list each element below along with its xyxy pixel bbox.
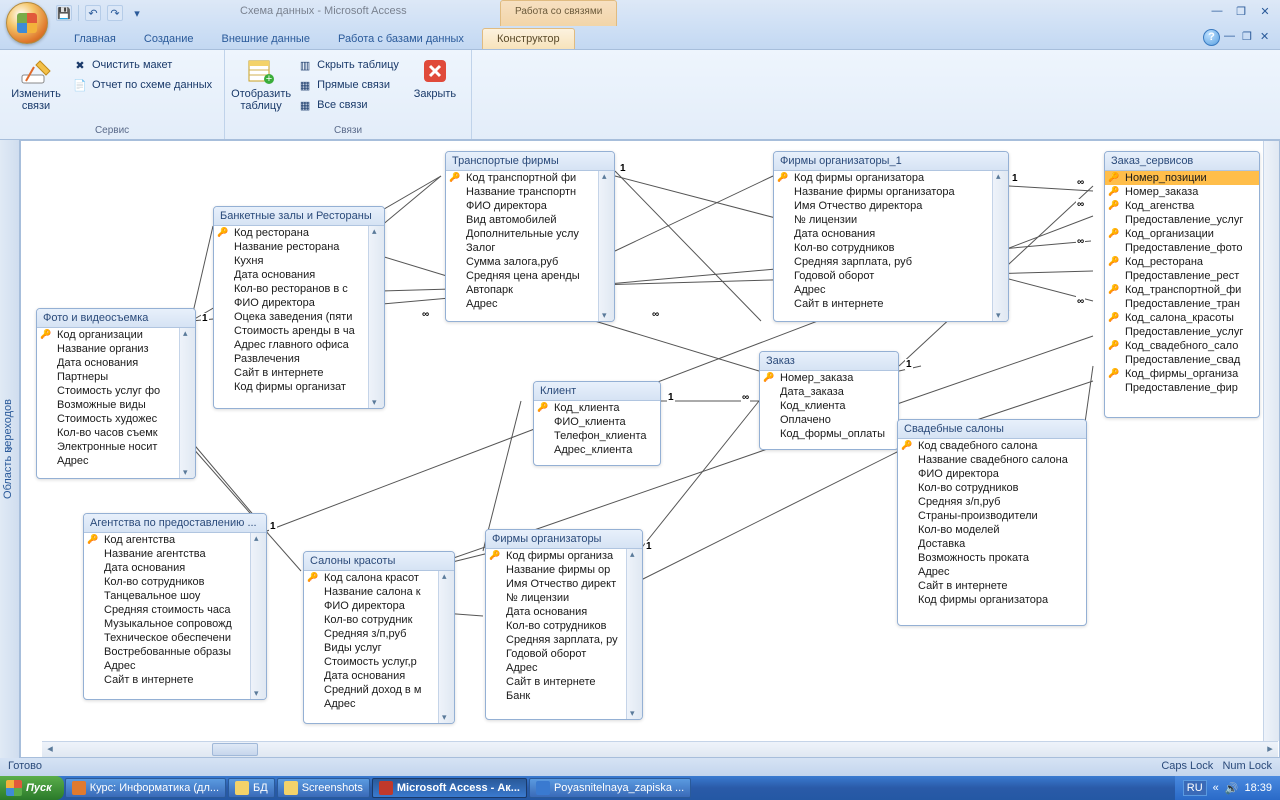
office-button[interactable] — [6, 2, 48, 44]
nav-pane-toggle[interactable]: » Область переходов — [0, 140, 20, 758]
clear-layout-icon: ✖ — [72, 57, 88, 73]
tray-icon[interactable]: 🔊 — [1225, 782, 1239, 795]
status-capslock: Caps Lock — [1161, 760, 1213, 772]
maximize-button[interactable]: ❐ — [1232, 4, 1250, 18]
system-tray[interactable]: RU « 🔊 18:39 — [1175, 776, 1280, 800]
table-scrollbar[interactable] — [626, 549, 642, 719]
minimize-button[interactable]: — — [1208, 4, 1226, 18]
table-transport[interactable]: Транспортые фирмы Код транспортной фи На… — [445, 151, 615, 322]
relationship-report-button[interactable]: 📄Отчет по схеме данных — [68, 76, 216, 94]
edit-relationships-icon — [20, 56, 52, 86]
ribbon-group-service: Изменить связи ✖Очистить макет 📄Отчет по… — [0, 50, 225, 139]
clock[interactable]: 18:39 — [1244, 782, 1272, 794]
taskbar-item[interactable]: БД — [228, 778, 275, 798]
table-scrollbar[interactable] — [250, 533, 266, 699]
tab-database-tools[interactable]: Работа с базами данных — [324, 29, 478, 49]
svg-text:+: + — [266, 73, 272, 85]
doc-minimize-icon[interactable]: — — [1224, 30, 1238, 42]
show-table-button[interactable]: + Отобразить таблицу — [233, 54, 289, 114]
table-wedding-salons[interactable]: Свадебные салоны Код свадебного салона Н… — [897, 419, 1087, 626]
canvas-vscrollbar[interactable] — [1263, 141, 1279, 741]
nav-pane-label: Область переходов — [2, 399, 14, 499]
quick-access-toolbar: 💾 ↶ ↷ ▾ — [56, 0, 145, 26]
qat-redo-icon[interactable]: ↷ — [107, 5, 123, 21]
all-rel-icon: ▦ — [297, 97, 313, 113]
all-relationships-button[interactable]: ▦Все связи — [293, 96, 403, 114]
start-button[interactable]: Пуск — [0, 776, 64, 800]
contextual-tab-title: Работа со связями — [500, 0, 617, 26]
table-banquet-halls[interactable]: Банкетные залы и Рестораны Код ресторана… — [213, 206, 385, 409]
qat-save-icon[interactable]: 💾 — [56, 5, 72, 21]
group-label-service: Сервис — [8, 124, 216, 137]
scroll-thumb[interactable] — [212, 743, 258, 756]
table-organizers-1[interactable]: Фирмы организаторы_1 Код фирмы организат… — [773, 151, 1009, 322]
taskbar-item[interactable]: Курс: Информатика (дл... — [65, 778, 226, 798]
canvas-hscrollbar[interactable]: ◂ ▸ — [42, 741, 1278, 757]
group-label-relationships: Связи — [233, 124, 463, 137]
close-button[interactable]: ✕ — [1256, 4, 1274, 18]
close-icon — [419, 56, 451, 86]
window-title: Схема данных - Microsoft Access — [240, 5, 407, 17]
tray-icon[interactable]: « — [1213, 782, 1219, 794]
close-button-ribbon[interactable]: Закрыть — [407, 54, 463, 102]
table-scrollbar[interactable] — [598, 171, 614, 321]
direct-relationships-button[interactable]: ▦Прямые связи — [293, 76, 403, 94]
ribbon-group-relationships: + Отобразить таблицу ▥Скрыть таблицу ▦Пр… — [225, 50, 472, 139]
taskbar-item-active[interactable]: Microsoft Access - Ак... — [372, 778, 527, 798]
tab-design[interactable]: Конструктор — [482, 28, 575, 49]
hide-table-icon: ▥ — [297, 57, 313, 73]
qat-customize-icon[interactable]: ▾ — [129, 5, 145, 21]
table-order[interactable]: Заказ Номер_заказа Дата_заказа Код_клиен… — [759, 351, 899, 450]
ribbon-tabstrip: Главная Создание Внешние данные Работа с… — [0, 26, 1280, 50]
table-scrollbar[interactable] — [992, 171, 1008, 321]
qat-undo-icon[interactable]: ↶ — [85, 5, 101, 21]
edit-relationships-button[interactable]: Изменить связи — [8, 54, 64, 114]
table-client[interactable]: Клиент Код_клиента ФИО_клиента Телефон_к… — [533, 381, 661, 466]
scroll-right-icon[interactable]: ▸ — [1262, 742, 1278, 758]
status-numlock: Num Lock — [1222, 760, 1272, 772]
title-bar: 💾 ↶ ↷ ▾ Схема данных - Microsoft Access … — [0, 0, 1280, 26]
show-table-icon: + — [245, 56, 277, 86]
status-ready: Готово — [8, 760, 42, 774]
direct-rel-icon: ▦ — [297, 77, 313, 93]
table-agencies[interactable]: Агентства по предоставлению ... Код аген… — [83, 513, 267, 700]
taskbar-item[interactable]: Poyasnitelnaya_zapiska ... — [529, 778, 691, 798]
help-icon[interactable]: ? — [1203, 29, 1220, 46]
hide-table-button[interactable]: ▥Скрыть таблицу — [293, 56, 403, 74]
table-beauty-salons[interactable]: Салоны красоты Код салона красот Названи… — [303, 551, 455, 724]
doc-close-icon[interactable]: ✕ — [1260, 30, 1274, 42]
doc-restore-icon[interactable]: ❐ — [1242, 30, 1256, 42]
tab-create[interactable]: Создание — [130, 29, 208, 49]
table-photo-video[interactable]: Фото и видеосъемка Код организации Назва… — [36, 308, 196, 479]
taskbar: Пуск Курс: Информатика (дл... БД Screens… — [0, 776, 1280, 800]
table-service-orders[interactable]: Заказ_сервисов Номер_позиции Номер_заказ… — [1104, 151, 1260, 418]
taskbar-item[interactable]: Screenshots — [277, 778, 370, 798]
status-bar: Готово Caps Lock Num Lock — [0, 758, 1280, 776]
report-icon: 📄 — [72, 77, 88, 93]
table-scrollbar[interactable] — [438, 571, 454, 723]
table-scrollbar[interactable] — [179, 328, 195, 478]
ribbon: Изменить связи ✖Очистить макет 📄Отчет по… — [0, 50, 1280, 140]
tab-external-data[interactable]: Внешние данные — [208, 29, 324, 49]
table-scrollbar[interactable] — [368, 226, 384, 408]
scroll-left-icon[interactable]: ◂ — [42, 742, 58, 758]
table-organizers[interactable]: Фирмы организаторы Код фирмы организа На… — [485, 529, 643, 720]
language-indicator[interactable]: RU — [1183, 780, 1207, 796]
relationships-canvas[interactable]: 1 ∞ 1 ∞ 1 ∞ 1 ∞ ∞ ∞ ∞ 1 1 1 1 1 Фото и в… — [20, 140, 1280, 758]
clear-layout-button[interactable]: ✖Очистить макет — [68, 56, 216, 74]
tab-home[interactable]: Главная — [60, 29, 130, 49]
